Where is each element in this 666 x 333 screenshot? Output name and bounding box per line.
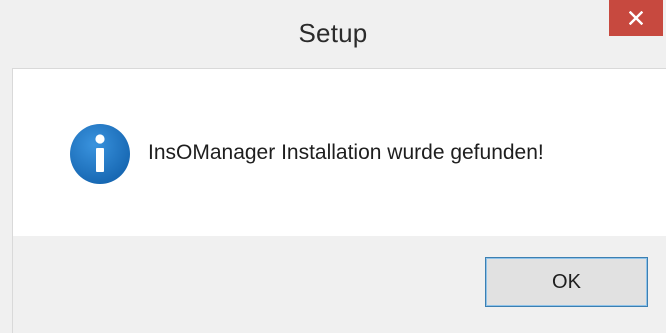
setup-dialog-window: Setup InsOManager Installation wurde gef… (0, 0, 666, 333)
close-button[interactable] (609, 0, 663, 36)
message-area: InsOManager Installation wurde gefunden! (12, 68, 666, 236)
info-icon (69, 123, 131, 185)
window-title: Setup (298, 18, 368, 48)
button-bar: OK (12, 236, 666, 333)
ok-button[interactable]: OK (485, 257, 648, 307)
close-icon (629, 11, 643, 25)
title-bar[interactable]: Setup (0, 0, 666, 68)
dialog-message: InsOManager Installation wurde gefunden! (148, 141, 544, 164)
